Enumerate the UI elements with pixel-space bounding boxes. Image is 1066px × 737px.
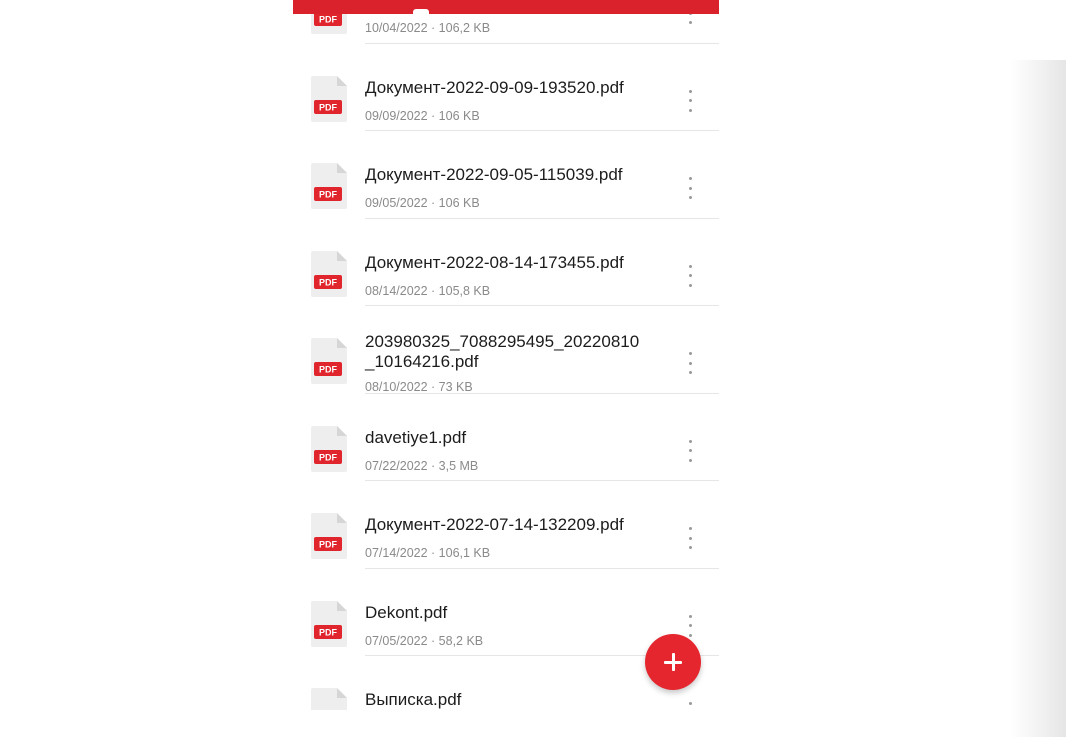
- file-meta: 07/22/2022 · 3,5 MB: [365, 458, 479, 473]
- file-meta: 07/05/2022 · 58,2 KB: [365, 633, 484, 648]
- pdf-badge-label: PDF: [319, 627, 338, 637]
- more-vertical-icon[interactable]: [683, 614, 697, 637]
- pdf-badge-label: PDF: [319, 365, 338, 375]
- pdf-file-icon: PDF: [311, 688, 347, 710]
- pdf-file-icon: PDF: [311, 338, 347, 384]
- pdf-badge-label: PDF: [319, 452, 338, 462]
- file-meta: 09/09/2022 · 106 KB: [365, 108, 480, 123]
- more-vertical-icon[interactable]: [683, 264, 697, 287]
- pdf-badge-label: PDF: [319, 102, 338, 112]
- tab-indicator: [413, 9, 429, 14]
- add-file-button[interactable]: [645, 634, 701, 690]
- file-meta: 07/14/2022 · 106,1 KB: [365, 546, 491, 560]
- more-vertical-icon[interactable]: [683, 527, 697, 549]
- more-vertical-icon[interactable]: [683, 177, 697, 199]
- pdf-file-icon: PDF: [311, 600, 347, 647]
- file-row[interactable]: PDF Документ-2022-09-09-193520.pdf 09/09…: [293, 44, 719, 131]
- pdf-badge-label: PDF: [319, 540, 338, 550]
- more-vertical-icon[interactable]: [683, 702, 697, 710]
- file-list: PDF 10/04/2022 · 106,2 KB PDF Документ-2…: [293, 0, 719, 710]
- more-vertical-icon[interactable]: [683, 89, 697, 112]
- side-panel-shadow: [1010, 60, 1066, 737]
- file-row[interactable]: PDF Документ-2022-07-14-132209.pdf 07/14…: [293, 481, 719, 569]
- file-name: Документ-2022-08-14-173455.pdf: [365, 252, 624, 272]
- file-meta: 10/04/2022 · 106,2 KB: [365, 21, 491, 35]
- file-list-screen: PDF 10/04/2022 · 106,2 KB PDF Документ-2…: [293, 0, 719, 710]
- top-app-bar: [293, 0, 719, 14]
- file-row[interactable]: PDF Документ-2022-08-14-173455.pdf 08/14…: [293, 219, 719, 306]
- pdf-file-icon: PDF: [311, 513, 347, 559]
- pdf-badge-label: PDF: [319, 15, 338, 25]
- file-name: Документ-2022-09-09-193520.pdf: [365, 77, 624, 97]
- file-row[interactable]: PDF Документ-2022-09-05-115039.pdf 09/05…: [293, 131, 719, 219]
- file-name: Документ-2022-07-14-132209.pdf: [365, 515, 624, 534]
- file-row[interactable]: PDF 203980325_7088295495_20220810 _10164…: [293, 306, 719, 394]
- file-meta: 08/14/2022 · 105,8 KB: [365, 283, 491, 298]
- file-name: Dekont.pdf: [365, 602, 448, 622]
- pdf-file-icon: PDF: [311, 163, 347, 209]
- file-name: Выписка.pdf: [365, 690, 462, 709]
- more-vertical-icon[interactable]: [683, 439, 697, 462]
- file-name: 203980325_7088295495_20220810 _10164216.…: [365, 332, 665, 372]
- file-meta: 09/05/2022 · 106 KB: [365, 196, 480, 210]
- more-vertical-icon[interactable]: [683, 352, 697, 374]
- file-row[interactable]: PDF davetiye1.pdf 07/22/2022 · 3,5 MB: [293, 394, 719, 481]
- pdf-badge-label: PDF: [319, 190, 338, 200]
- pdf-badge-label: PDF: [319, 277, 338, 287]
- pdf-file-icon: PDF: [311, 75, 347, 122]
- file-name: davetiye1.pdf: [365, 427, 467, 447]
- file-name-line-1: 203980325_7088295495_20220810: [365, 332, 640, 351]
- pdf-file-icon: PDF: [311, 425, 347, 472]
- file-name-line-2: _10164216.pdf: [365, 352, 479, 371]
- file-name: Документ-2022-09-05-115039.pdf: [365, 165, 623, 184]
- pdf-file-icon: PDF: [311, 250, 347, 297]
